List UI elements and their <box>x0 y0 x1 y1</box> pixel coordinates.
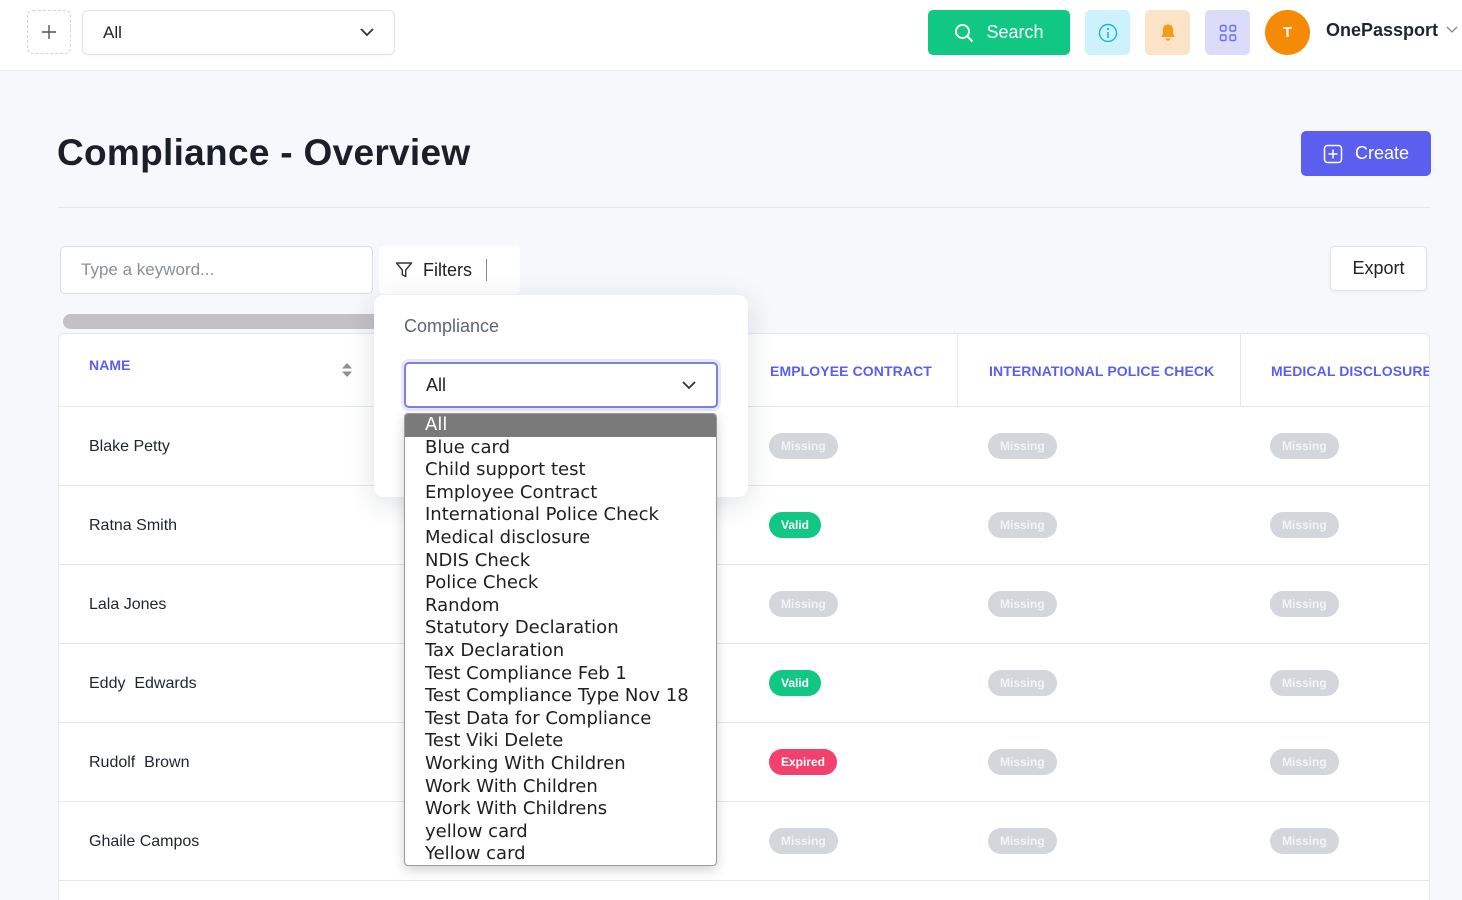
avatar-initial: T <box>1282 24 1293 41</box>
status-badge: Missing <box>769 433 838 459</box>
export-button[interactable]: Export <box>1330 246 1427 291</box>
user-avatar[interactable]: T <box>1265 10 1310 55</box>
page-title: Compliance - Overview <box>57 132 471 173</box>
column-divider <box>957 334 958 407</box>
status-badge: Missing <box>769 828 838 854</box>
account-name[interactable]: OnePassport <box>1326 20 1438 41</box>
status-badge: Missing <box>1270 670 1339 696</box>
bell-icon <box>1160 24 1175 41</box>
filters-button-label: Filters <box>423 259 472 280</box>
employee-name[interactable]: Rudolf Brown <box>89 723 190 802</box>
status-badge: Missing <box>988 433 1057 459</box>
notifications-button[interactable] <box>1145 10 1190 55</box>
status-badge: Missing <box>1270 512 1339 538</box>
search-icon <box>955 23 974 42</box>
divider <box>57 207 1431 208</box>
compliance-select-value: All <box>426 374 447 395</box>
status-badge: Expired <box>769 749 838 775</box>
workspace-select[interactable]: All <box>82 10 395 55</box>
table-row[interactable]: Eddy Edwards Valid Missing Missing <box>59 644 1429 723</box>
plus-square-icon <box>1323 144 1343 163</box>
filters-separator <box>486 259 487 281</box>
plus-icon <box>42 25 56 39</box>
compliance-option[interactable]: Tax Declaration <box>405 640 716 663</box>
compliance-option[interactable]: Employee Contract <box>405 482 716 505</box>
compliance-options-list: All Blue card Child support test Employee C… <box>404 413 717 866</box>
workspace-select-value: All <box>103 22 122 42</box>
status-badge: Missing <box>988 512 1057 538</box>
table-row[interactable]: Ratna Smith Valid Missing Missing <box>59 486 1429 565</box>
status-badge: Valid <box>769 512 822 538</box>
compliance-select[interactable]: All <box>404 362 718 408</box>
chevron-down-icon <box>682 380 696 389</box>
compliance-option[interactable]: Statutory Declaration <box>405 617 716 640</box>
create-button-label: Create <box>1354 143 1410 163</box>
filters-button[interactable]: Filters <box>379 246 520 294</box>
compliance-option[interactable]: Test Data for Compliance <box>405 708 716 731</box>
compliance-option[interactable]: Random <box>405 595 716 618</box>
chevron-down-icon[interactable] <box>1446 26 1458 34</box>
compliance-option[interactable]: Work With Children <box>405 776 716 799</box>
status-badge: Missing <box>1270 591 1339 617</box>
status-badge: Missing <box>1270 749 1339 775</box>
status-badge: Missing <box>988 749 1057 775</box>
table-row[interactable]: Rudolf Brown Expired Missing Missing <box>59 723 1429 802</box>
employee-name[interactable]: Ratna Smith <box>89 486 177 565</box>
column-header-medical-disclosure[interactable]: MEDICAL DISCLOSURE <box>1271 334 1429 407</box>
compliance-option[interactable]: Police Check <box>405 572 716 595</box>
column-header-international-police-check[interactable]: INTERNATIONAL POLICE CHECK <box>989 334 1214 407</box>
compliance-filter-label: Compliance <box>404 316 500 336</box>
top-bar: All Search T OnePassport <box>0 0 1462 71</box>
table-row[interactable]: Lala Jones Missing Missing Missing <box>59 565 1429 644</box>
status-badge: Missing <box>988 828 1057 854</box>
info-button[interactable] <box>1085 10 1130 55</box>
filter-icon <box>395 262 413 278</box>
column-header-employee-contract[interactable]: EMPLOYEE CONTRACT <box>770 334 932 407</box>
compliance-option[interactable]: yellow card <box>405 821 716 844</box>
keyword-search-input[interactable] <box>60 246 373 294</box>
compliance-option[interactable]: International Police Check <box>405 504 716 527</box>
column-header-name[interactable]: NAME <box>89 334 131 401</box>
compliance-option[interactable]: Blue card <box>405 437 716 460</box>
add-button[interactable] <box>27 10 71 54</box>
status-badge: Missing <box>769 591 838 617</box>
employee-name[interactable]: Ghaile Campos <box>89 802 199 881</box>
status-badge: Missing <box>988 670 1057 696</box>
horizontal-scrollbar[interactable] <box>63 314 383 329</box>
compliance-option[interactable]: NDIS Check <box>405 550 716 573</box>
table-row[interactable]: Ghaile Campos Missing Missing Missing <box>59 802 1429 881</box>
compliance-option[interactable]: Work With Childrens <box>405 798 716 821</box>
compliance-option[interactable]: Test Compliance Type Nov 18 <box>405 685 716 708</box>
compliance-option[interactable]: Working With Children <box>405 753 716 776</box>
compliance-option[interactable]: Child support test <box>405 459 716 482</box>
compliance-option[interactable]: Test Compliance Feb 1 <box>405 663 716 686</box>
compliance-option[interactable]: Yellow card <box>405 843 716 865</box>
employee-name[interactable]: Lala Jones <box>89 565 166 644</box>
create-button[interactable]: Create <box>1301 131 1431 176</box>
compliance-option[interactable]: Medical disclosure <box>405 527 716 550</box>
column-divider <box>1240 334 1241 407</box>
search-button-label: Search <box>986 22 1044 42</box>
status-badge: Missing <box>988 591 1057 617</box>
chevron-down-icon <box>360 28 374 37</box>
sort-icon[interactable] <box>341 362 353 378</box>
status-badge: Missing <box>1270 433 1339 459</box>
info-icon <box>1098 23 1117 42</box>
apps-button[interactable] <box>1205 10 1250 55</box>
compliance-option[interactable]: Test Viki Delete <box>405 730 716 753</box>
status-badge: Valid <box>769 670 822 696</box>
employee-name[interactable]: Eddy Edwards <box>89 644 197 723</box>
grid-icon <box>1219 24 1236 41</box>
search-button[interactable]: Search <box>928 10 1070 55</box>
status-badge: Missing <box>1270 828 1339 854</box>
employee-name[interactable]: Blake Petty <box>89 407 170 486</box>
compliance-option[interactable]: All <box>405 414 716 437</box>
